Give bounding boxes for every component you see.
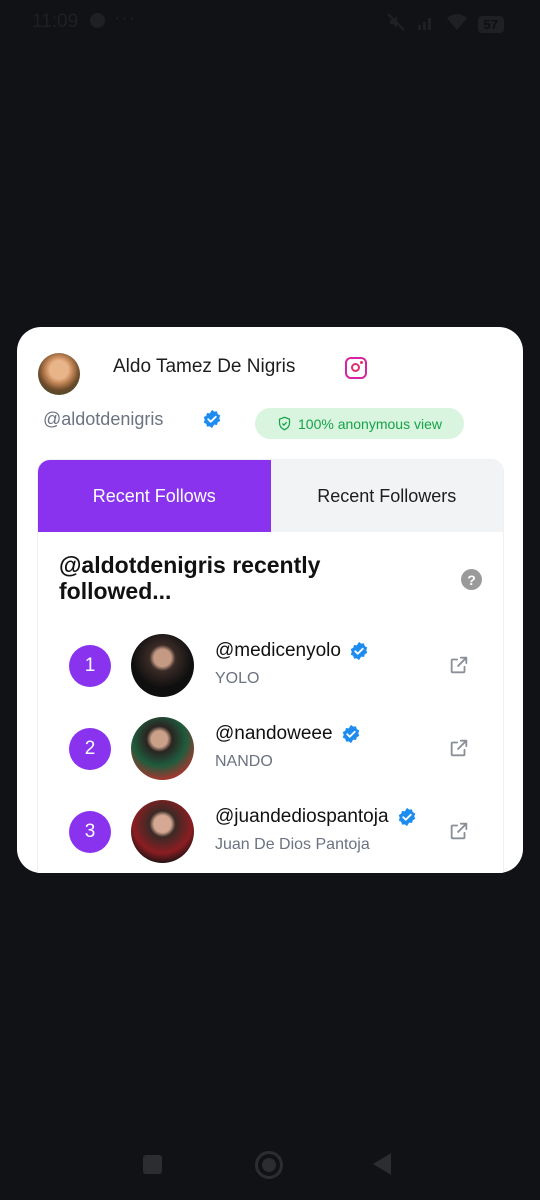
status-icons: 57 [386, 12, 504, 37]
anonymous-view-label: 100% anonymous view [298, 415, 442, 432]
user-handle[interactable]: @nandoweee [215, 723, 361, 745]
user-handle-text: @nandoweee [215, 723, 333, 744]
user-handle-text: @medicenyolo [215, 640, 341, 661]
follows-panel: Recent Follows Recent Followers @aldotde… [38, 460, 503, 873]
anonymous-view-badge: 100% anonymous view [255, 408, 464, 439]
external-link-icon[interactable] [448, 820, 470, 842]
back-button[interactable] [373, 1153, 391, 1175]
instagram-icon[interactable] [345, 357, 367, 379]
rank-badge: 2 [69, 728, 111, 770]
tab-bar: Recent Follows Recent Followers [38, 460, 503, 532]
user-handle[interactable]: @medicenyolo [215, 640, 369, 662]
verified-badge-icon [341, 724, 361, 744]
user-display-name: Juan De Dios Pantoja [215, 836, 370, 853]
user-handle[interactable]: @juandediospantoja [215, 806, 417, 828]
status-time: 11:09 [32, 11, 79, 32]
tab-recent-follows[interactable]: Recent Follows [38, 460, 271, 532]
avatar[interactable] [131, 634, 194, 697]
verified-badge-icon [349, 641, 369, 661]
profile-handle: @aldotdenigris [43, 409, 164, 429]
verified-badge-icon [202, 409, 222, 429]
help-icon[interactable]: ? [461, 569, 482, 590]
facebook-notification-icon [90, 13, 105, 28]
list-item: 2 @nandoweee NANDO [38, 713, 503, 783]
profile-name: Aldo Tamez De Nigris [113, 356, 296, 377]
rank-badge: 3 [69, 811, 111, 853]
status-bar: 11:09 ··· 57 [0, 0, 540, 44]
shield-check-icon [278, 416, 291, 431]
profile-card: Aldo Tamez De Nigris @aldotdenigris 100%… [17, 327, 523, 873]
rank-badge: 1 [69, 645, 111, 687]
tab-recent-followers[interactable]: Recent Followers [270, 460, 503, 532]
profile-avatar[interactable] [38, 353, 80, 395]
home-button[interactable] [255, 1151, 283, 1179]
verified-badge-icon [397, 807, 417, 827]
recent-apps-button[interactable] [143, 1155, 162, 1174]
avatar[interactable] [131, 800, 194, 863]
user-display-name: NANDO [215, 753, 273, 770]
wifi-icon [446, 12, 468, 37]
battery-indicator: 57 [477, 16, 504, 33]
list-item: 1 @medicenyolo YOLO [38, 630, 503, 700]
list-item: 3 @juandediospantoja Juan De Dios Pantoj… [38, 796, 503, 866]
user-display-name: YOLO [215, 670, 260, 687]
list-title: @aldotdenigris recently followed... [59, 552, 321, 604]
avatar[interactable] [131, 717, 194, 780]
external-link-icon[interactable] [448, 654, 470, 676]
signal-icon [416, 12, 436, 37]
more-notifications-icon: ··· [114, 8, 136, 29]
external-link-icon[interactable] [448, 737, 470, 759]
mute-icon [386, 12, 406, 37]
user-handle-text: @juandediospantoja [215, 806, 389, 827]
